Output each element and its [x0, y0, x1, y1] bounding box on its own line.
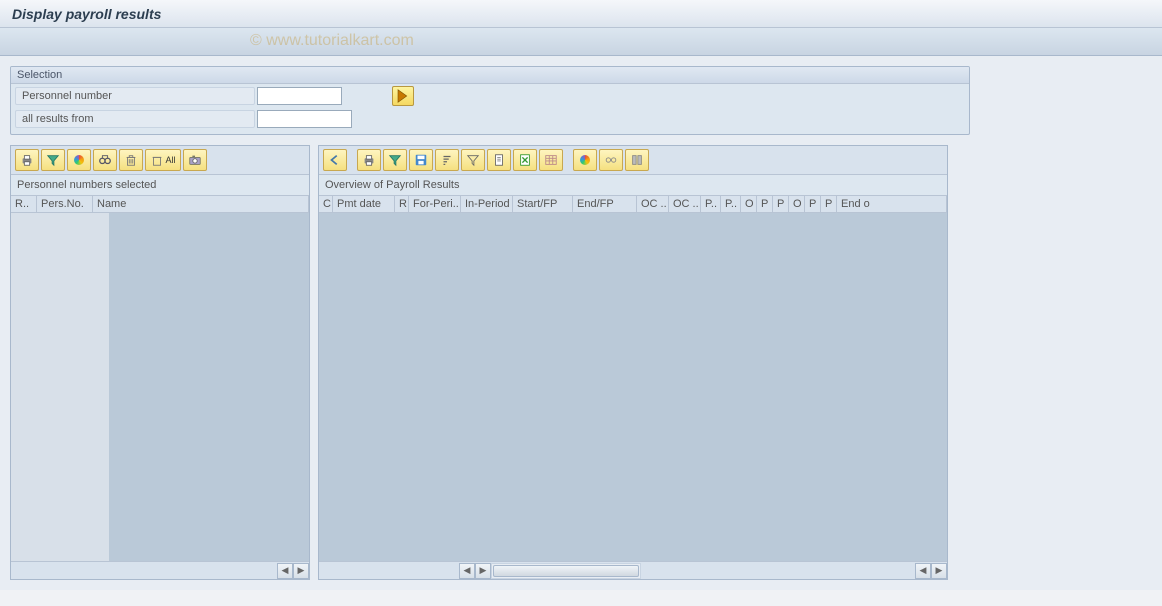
title-bar: Display payroll results: [0, 0, 1162, 28]
sort-asc-icon: [440, 153, 454, 167]
print-icon: [20, 153, 34, 167]
col-r[interactable]: R..: [11, 196, 37, 212]
personnel-label: Personnel number: [15, 87, 255, 105]
filter-button-2[interactable]: [383, 149, 407, 171]
col-p6[interactable]: P: [821, 196, 837, 212]
col-endfp[interactable]: End/FP: [573, 196, 637, 212]
excel-icon: [518, 153, 532, 167]
print-button-2[interactable]: [357, 149, 381, 171]
search-help-button[interactable]: [392, 86, 414, 106]
col-startfp[interactable]: Start/FP: [513, 196, 573, 212]
page-title: Display payroll results: [12, 6, 161, 22]
find-button[interactable]: [93, 149, 117, 171]
content-area: Selection Personnel number all results f…: [0, 56, 1162, 590]
personnel-input[interactable]: [257, 87, 342, 105]
scroll-thumb[interactable]: [493, 565, 639, 577]
save-icon: [414, 153, 428, 167]
scroll-right-button-3[interactable]: ▶: [931, 563, 947, 579]
chart-icon: [580, 155, 590, 165]
trash-icon: [124, 153, 138, 167]
glasses-button[interactable]: [599, 149, 623, 171]
sort-desc-button[interactable]: [461, 149, 485, 171]
layout-button[interactable]: [539, 149, 563, 171]
print-button[interactable]: [15, 149, 39, 171]
print-icon: [362, 153, 376, 167]
results-panel: Overview of Payroll Results C Pmt date R…: [318, 145, 948, 580]
personnel-row: Personnel number: [11, 84, 969, 108]
col-oc1[interactable]: OC ..: [637, 196, 669, 212]
document-icon: [492, 153, 506, 167]
col-p1[interactable]: P..: [701, 196, 721, 212]
col-c[interactable]: C: [319, 196, 333, 212]
results-toolbar: [319, 146, 947, 175]
scroll-right-button-2[interactable]: ▶: [475, 563, 491, 579]
chart-icon: [74, 155, 84, 165]
scroll-left-button-2[interactable]: ◀: [459, 563, 475, 579]
col-inperiod[interactable]: In-Period: [461, 196, 513, 212]
scroll-track[interactable]: [491, 563, 641, 579]
personnel-panel: All Personnel numbers selected R.. Pers.…: [10, 145, 310, 580]
personnel-grid-header: R.. Pers.No. Name: [11, 195, 309, 213]
filter-icon: [388, 153, 402, 167]
results-grid-body: [319, 213, 947, 561]
export-button[interactable]: [487, 149, 511, 171]
sort-desc-icon: [466, 153, 480, 167]
personnel-toolbar: All: [11, 146, 309, 175]
col-p5[interactable]: P: [805, 196, 821, 212]
scroll-left-button-3[interactable]: ◀: [915, 563, 931, 579]
results-input[interactable]: [257, 110, 352, 128]
grid-icon: [544, 153, 558, 167]
arrow-right-icon: [393, 86, 413, 106]
results-grid-header: C Pmt date R For-Peri.. In-Period Start/…: [319, 195, 947, 213]
glasses-icon: [604, 153, 618, 167]
filter-icon: [46, 153, 60, 167]
col-p4[interactable]: P: [773, 196, 789, 212]
main-panels: All Personnel numbers selected R.. Pers.…: [10, 145, 1152, 580]
save-button[interactable]: [409, 149, 433, 171]
scroll-right-button[interactable]: ▶: [293, 563, 309, 579]
scroll-left-button[interactable]: ◀: [277, 563, 293, 579]
back-arrow-icon: [328, 153, 342, 167]
personnel-subtitle: Personnel numbers selected: [11, 175, 309, 195]
columns-icon: [630, 153, 644, 167]
app-toolbar: [0, 28, 1162, 56]
col-o1[interactable]: O: [741, 196, 757, 212]
selection-panel-title: Selection: [11, 67, 969, 84]
personnel-grid-body: [11, 213, 309, 561]
results-row: all results from: [11, 108, 969, 130]
delete-all-button[interactable]: All: [145, 149, 181, 171]
sort-asc-button[interactable]: [435, 149, 459, 171]
col-p2[interactable]: P..: [721, 196, 741, 212]
chart-button-2[interactable]: [573, 149, 597, 171]
filter-button[interactable]: [41, 149, 65, 171]
columns-button[interactable]: [625, 149, 649, 171]
results-scrollbar: ◀ ▶ ◀ ▶: [319, 561, 947, 579]
personnel-scrollbar: ◀ ▶: [11, 561, 309, 579]
excel-button[interactable]: [513, 149, 537, 171]
results-label: all results from: [15, 110, 255, 128]
camera-icon: [188, 153, 202, 167]
refresh-button[interactable]: [183, 149, 207, 171]
delete-all-label: All: [165, 155, 175, 165]
col-forperi[interactable]: For-Peri..: [409, 196, 461, 212]
col-p3[interactable]: P: [757, 196, 773, 212]
col-persno[interactable]: Pers.No.: [37, 196, 93, 212]
col-endo[interactable]: End o: [837, 196, 947, 212]
delete-button[interactable]: [119, 149, 143, 171]
col-name[interactable]: Name: [93, 196, 309, 212]
chart-button[interactable]: [67, 149, 91, 171]
binoculars-icon: [98, 153, 112, 167]
trash-icon: [150, 153, 164, 167]
col-r2[interactable]: R: [395, 196, 409, 212]
col-pmtdate[interactable]: Pmt date: [333, 196, 395, 212]
col-oc2[interactable]: OC ..: [669, 196, 701, 212]
back-button[interactable]: [323, 149, 347, 171]
selection-panel: Selection Personnel number all results f…: [10, 66, 970, 135]
col-o2[interactable]: O: [789, 196, 805, 212]
results-subtitle: Overview of Payroll Results: [319, 175, 947, 195]
